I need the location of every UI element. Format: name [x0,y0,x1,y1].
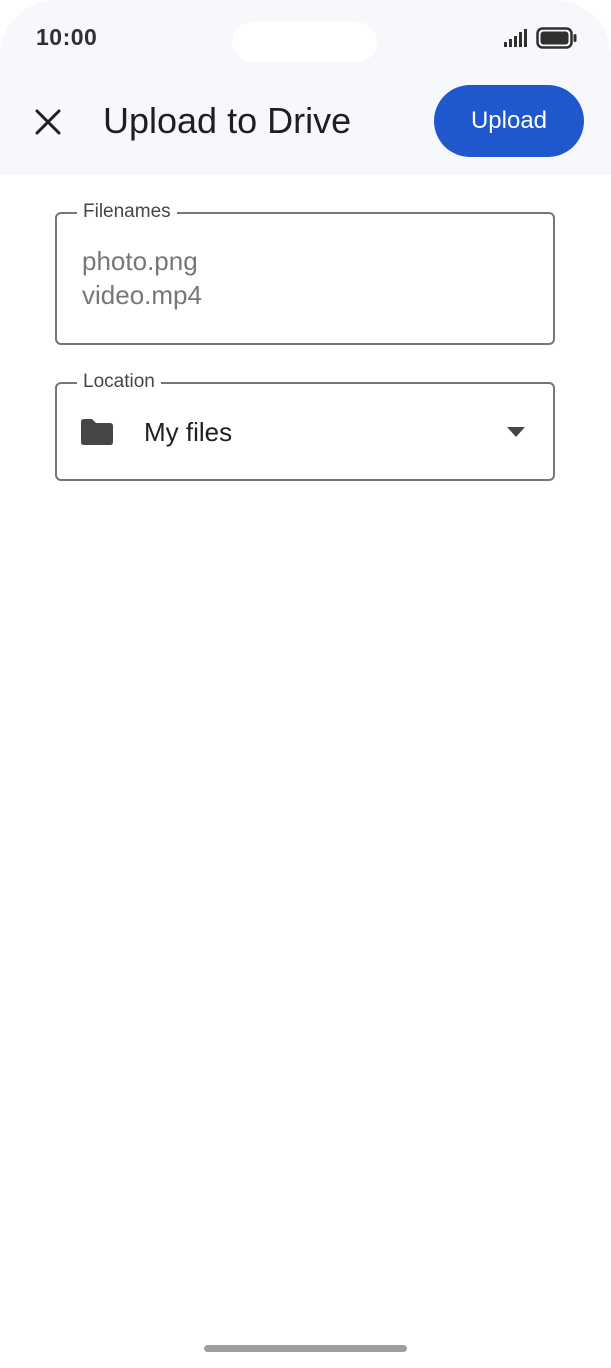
filenames-field[interactable]: Filenames photo.png video.mp4 [55,200,555,345]
dropdown-arrow-icon[interactable] [507,427,525,437]
filenames-label: Filenames [77,200,177,224]
home-indicator[interactable] [204,1345,407,1352]
upload-button[interactable]: Upload [434,85,584,157]
folder-icon [81,419,113,445]
screen: 10:00 Upload to Drive Upload Filenames p… [0,0,611,1368]
location-select[interactable]: Location My files [55,370,555,481]
close-button[interactable] [24,98,72,146]
location-label: Location [77,370,161,394]
filename-line: video.mp4 [82,280,202,310]
filenames-input[interactable]: photo.png video.mp4 [82,244,522,324]
battery-full-icon [536,27,577,49]
filename-line: photo.png [82,246,198,276]
location-value: My files [144,417,233,447]
status-time: 10:00 [36,24,98,50]
close-icon [35,109,61,135]
camera-island [232,22,377,62]
page-title: Upload to Drive [103,100,352,141]
cellular-signal-icon [504,29,527,47]
